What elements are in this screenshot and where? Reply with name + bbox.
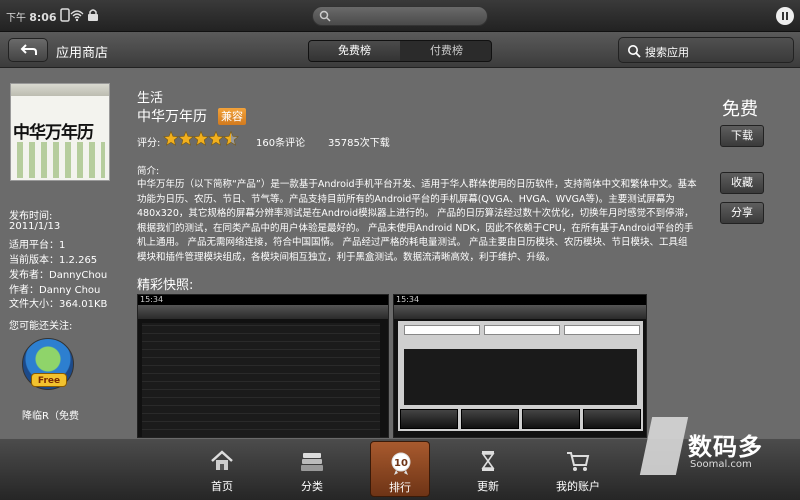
publisher-text: 发布者：DannyChou — [9, 270, 108, 281]
app-info-sidebar: 中华万年历 发布时间: 2011/1/13 适用平台：1 当前版本：1.2.26… — [0, 68, 130, 438]
rank-icon: 10 — [391, 452, 411, 475]
version-text: 当前版本：1.2.265 — [9, 255, 98, 266]
rating-star — [193, 131, 209, 146]
status-bar: 下午 8:06 — [0, 0, 800, 32]
recommended-app-icon[interactable]: Free — [22, 338, 74, 390]
price-label: 免费 — [722, 99, 758, 120]
search-placeholder: 搜索应用 — [645, 46, 689, 59]
download-button[interactable]: 下载 — [720, 125, 764, 147]
free-badge: Free — [31, 373, 67, 387]
watermark-site: Soomal.com — [690, 459, 752, 470]
lock-icon — [88, 9, 98, 21]
tab-paid[interactable]: 付费榜 — [401, 41, 492, 61]
search-icon — [319, 10, 331, 22]
status-search-bar[interactable] — [312, 6, 488, 26]
screenshot-1[interactable]: 15:34 — [137, 294, 389, 438]
watermark-logo — [639, 417, 689, 475]
page-title: 应用商店 — [56, 46, 109, 61]
author-text: 作者：Danny Chou — [9, 285, 101, 296]
description-text: 中华万年历（以下简称“产品”）是一款基于Android手机平台开发、适用于华人群… — [137, 179, 697, 263]
description-label: 简介: — [137, 166, 160, 177]
recommend-label: 您可能还关注: — [9, 321, 73, 332]
app-icon-text: 中华万年历 — [13, 123, 94, 143]
screenshot-status: 15:34 — [394, 295, 646, 305]
screenshot-status: 15:34 — [138, 295, 388, 305]
pause-icon[interactable] — [776, 7, 794, 25]
watermark-brand: 数码多 — [688, 433, 763, 461]
rating-star — [223, 131, 239, 146]
rank-badge: 10 — [394, 458, 408, 469]
cart-icon — [567, 452, 590, 471]
share-button[interactable]: 分享 — [720, 202, 764, 224]
screenshots-title: 精彩快照: — [137, 278, 194, 293]
tab-free[interactable]: 免费榜 — [309, 41, 400, 61]
category-icon — [301, 453, 323, 471]
nav-rank[interactable]: 10 排行 — [370, 441, 430, 497]
download-count: 35785次下载 — [328, 138, 390, 149]
home-icon — [211, 450, 233, 470]
ranking-tabs: 免费榜 付费榜 — [308, 40, 492, 62]
size-text: 文件大小：364.01KB — [9, 299, 108, 310]
rating-star — [208, 131, 224, 146]
favorite-button[interactable]: 收藏 — [720, 172, 764, 194]
back-button[interactable] — [8, 38, 48, 62]
nav-update[interactable]: 更新 — [458, 441, 518, 497]
search-icon — [628, 45, 641, 58]
rating-star — [163, 131, 179, 146]
app-category: 生活 — [137, 91, 164, 106]
search-input[interactable]: 搜索应用 — [618, 37, 794, 63]
watermark: 数码多 Soomal.com — [639, 405, 798, 495]
app-name: 中华万年历 — [137, 109, 207, 125]
compat-badge: 兼容 — [218, 108, 246, 125]
release-date: 2011/1/13 — [9, 221, 61, 232]
platform-text: 适用平台：1 — [9, 240, 66, 251]
rating-label: 评分: — [137, 138, 161, 149]
review-count[interactable]: 160条评论 — [256, 134, 305, 149]
screenshot-2[interactable]: 15:34 — [393, 294, 647, 438]
recommended-app-name[interactable]: 降临R（免费 — [22, 407, 79, 422]
wifi-icon — [70, 10, 84, 22]
nav-home[interactable]: 首页 — [192, 441, 252, 497]
nav-account[interactable]: 我的账户 — [548, 441, 608, 497]
rating-star — [178, 131, 194, 146]
rating-stars — [163, 131, 239, 146]
update-icon — [481, 451, 495, 471]
app-icon: 中华万年历 — [10, 83, 110, 181]
release-label: 发布时间: — [9, 211, 53, 222]
status-time: 下午 8:06 — [6, 11, 57, 24]
title-bar: 应用商店 免费榜 付费榜 搜索应用 — [0, 32, 800, 68]
nav-category[interactable]: 分类 — [282, 441, 342, 497]
back-arrow-icon — [20, 44, 37, 55]
